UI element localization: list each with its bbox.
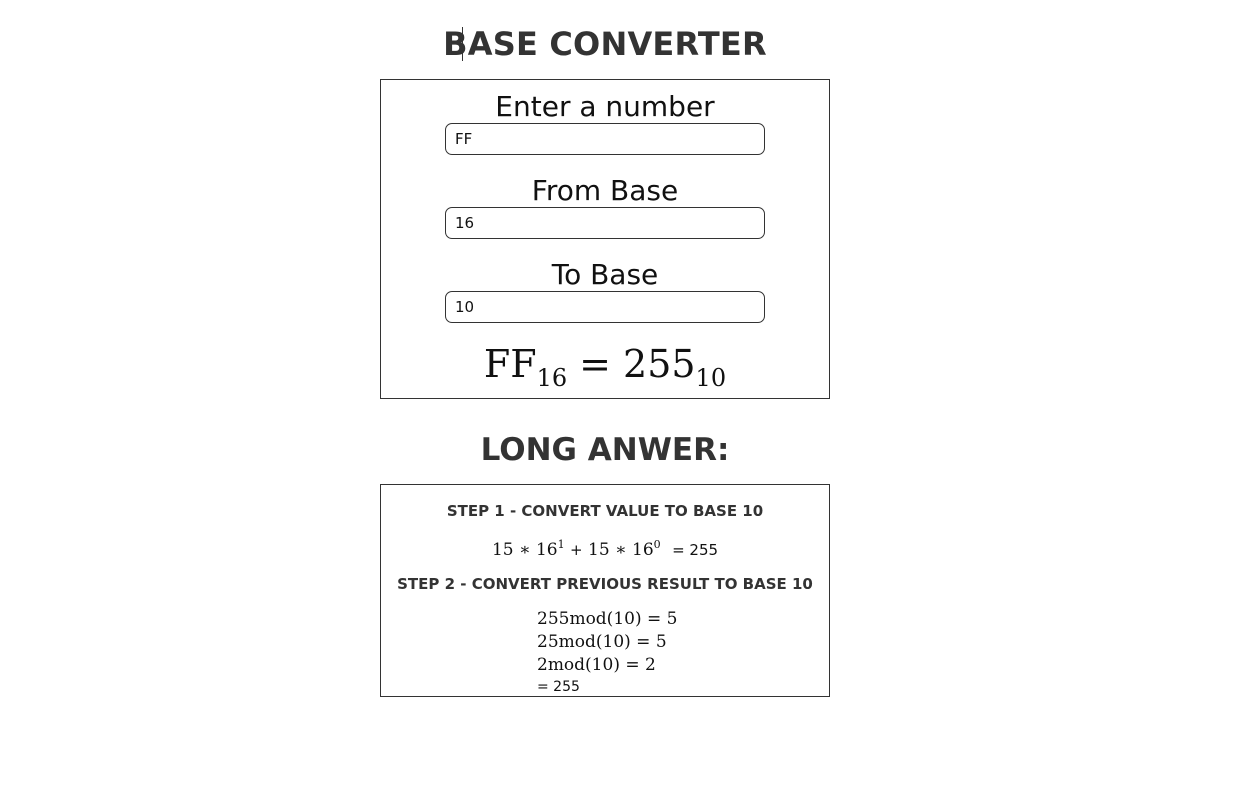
from-base-label: From Base — [531, 174, 679, 207]
step1-term-2: 15 ∗ 160 — [588, 538, 661, 560]
result-equals: = — [579, 342, 612, 386]
step2-mod-line: 25mod(10) = 5 — [537, 632, 667, 652]
step1-heading: STEP 1 - CONVERT VALUE TO BASE 10 — [446, 502, 764, 520]
result-output-value: 255 — [623, 342, 696, 386]
step1-plus: + — [570, 541, 583, 559]
result-from-base: 16 — [536, 364, 568, 392]
long-answer-panel: STEP 1 - CONVERT VALUE TO BASE 10 15 ∗ 1… — [380, 484, 830, 697]
to-base-input[interactable] — [445, 291, 765, 323]
conversion-result: FF16 = 25510 — [381, 342, 829, 400]
number-label: Enter a number — [495, 90, 715, 123]
to-base-label: To Base — [551, 258, 659, 291]
step2-mod-line: 2mod(10) = 2 — [537, 655, 656, 675]
step2-mod-line: 255mod(10) = 5 — [537, 609, 678, 629]
step1-result: = 255 — [672, 541, 719, 559]
page-title: BASE CONVERTER — [443, 25, 767, 63]
step2-mod-list: 255mod(10) = 5 25mod(10) = 5 2mod(10) = … — [537, 608, 677, 697]
result-to-base: 10 — [695, 364, 727, 392]
step2-final-result: = 255 — [537, 679, 580, 695]
step1-term-1: 15 ∗ 161 — [491, 538, 565, 560]
from-base-input[interactable] — [445, 207, 765, 239]
step2-heading: STEP 2 - CONVERT PREVIOUS RESULT TO BASE… — [397, 575, 813, 593]
long-answer-title: LONG ANWER: — [480, 432, 730, 468]
result-input-value: FF — [483, 342, 537, 386]
converter-panel: Enter a number From Base To Base FF16 =25… — [380, 79, 830, 399]
number-input[interactable] — [445, 123, 765, 155]
step1-expression: 15 ∗ 161 + 15 ∗ 160 = 255 — [381, 533, 829, 562]
